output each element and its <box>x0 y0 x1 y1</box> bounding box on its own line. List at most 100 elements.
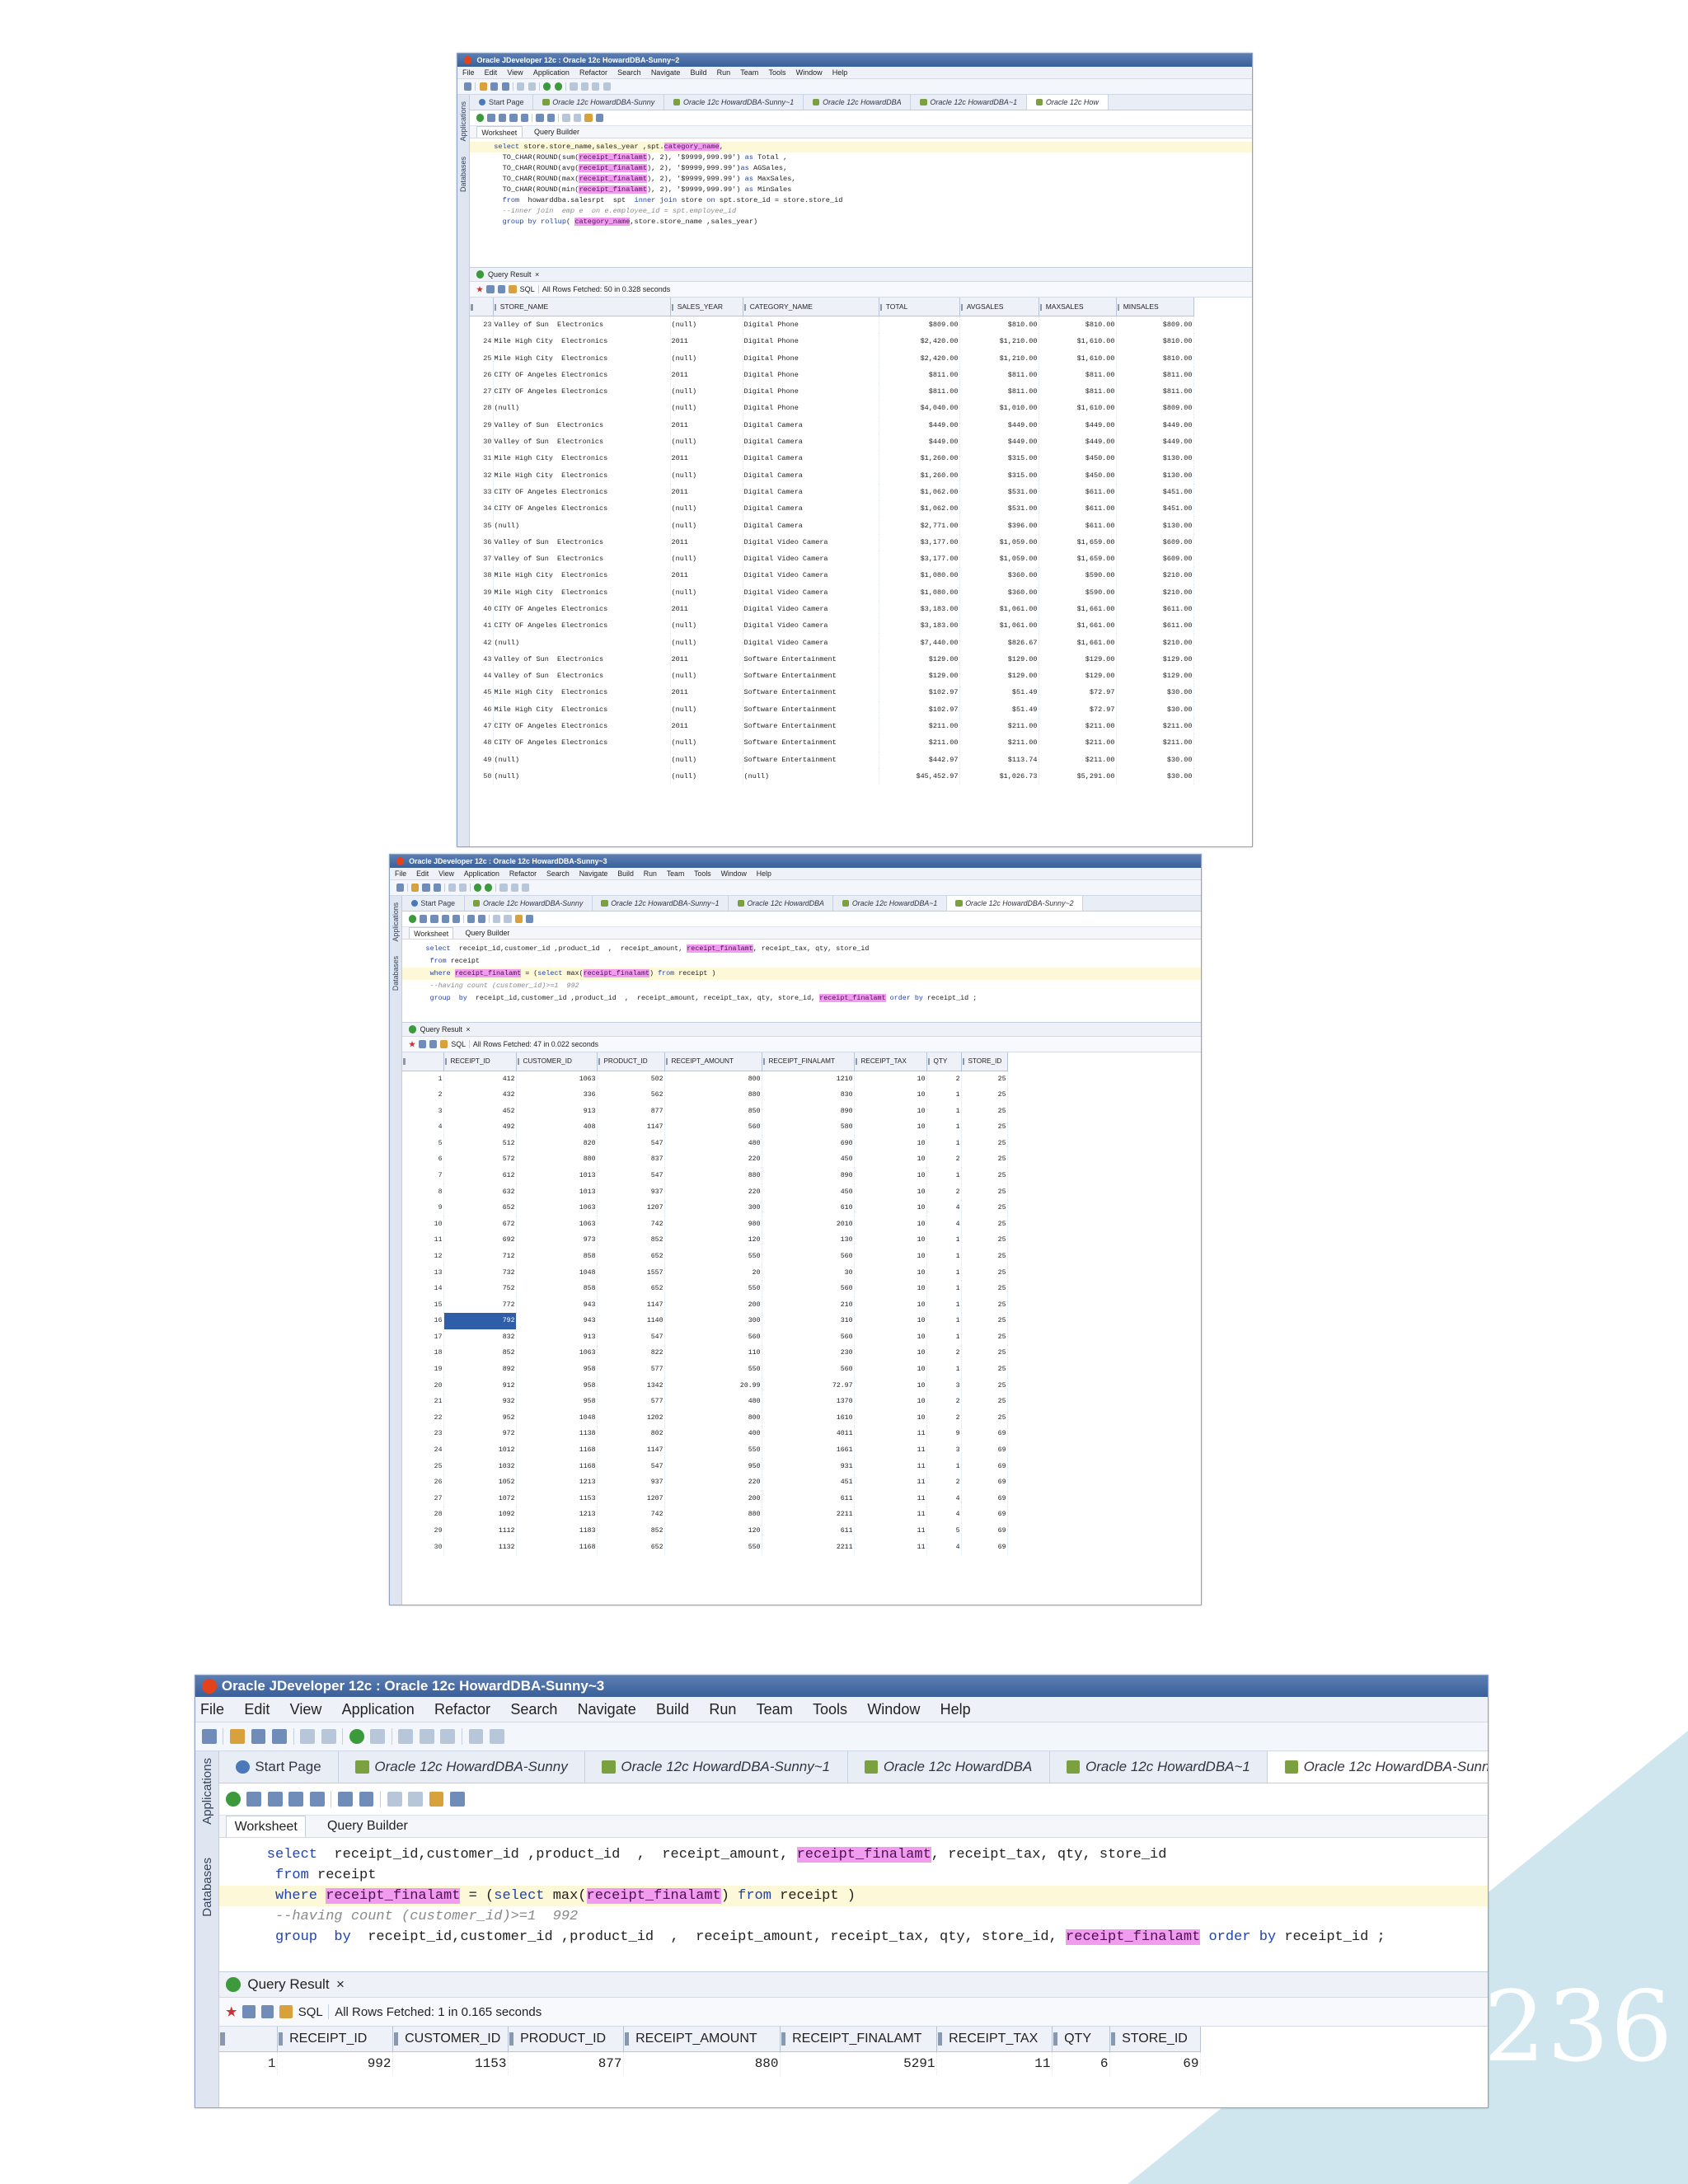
table-cell[interactable]: 852 <box>443 1345 517 1361</box>
table-row[interactable]: 40 CITY OF Angeles Electronics 2011 Digital… <box>470 600 1194 618</box>
table-row[interactable]: 21 932 958 577 480 1370 10 2 25 <box>402 1393 1008 1410</box>
tab-start-page[interactable]: Start Page <box>219 1751 340 1783</box>
table-cell[interactable]: 2011 <box>670 366 743 383</box>
table-row[interactable]: 2 432 336 562 880 830 10 1 25 <box>402 1086 1008 1104</box>
table-row[interactable]: 36 Valley of Sun Electronics 2011 Digital V… <box>470 533 1194 551</box>
column-header-maxsales[interactable]: MAXSALES <box>1039 298 1117 317</box>
refresh-icon[interactable] <box>497 285 506 293</box>
table-cell[interactable]: $3,183.00 <box>879 600 960 618</box>
table-cell[interactable]: 952 <box>443 1409 517 1427</box>
table-cell[interactable]: 2011 <box>670 600 743 618</box>
table-cell[interactable]: $451.00 <box>1116 500 1194 518</box>
autotrace-icon[interactable] <box>309 1792 325 1807</box>
table-cell[interactable]: 1342 <box>597 1377 665 1394</box>
table-row[interactable]: 10 672 1063 742 980 2010 10 4 25 <box>402 1216 1008 1233</box>
menu-team[interactable]: Team <box>740 67 758 78</box>
menu-view[interactable]: View <box>290 1697 322 1722</box>
print-icon[interactable] <box>242 2005 256 2018</box>
table-cell[interactable]: $449.00 <box>1116 433 1194 451</box>
table-cell[interactable]: (null) <box>670 617 743 635</box>
table-cell[interactable]: $590.00 <box>1039 567 1117 584</box>
table-cell[interactable]: 4 <box>926 1216 962 1233</box>
table-cell[interactable]: 852 <box>597 1232 665 1249</box>
run-icon[interactable] <box>349 1729 364 1744</box>
table-cell[interactable]: 858 <box>516 1248 598 1265</box>
close-tab-icon[interactable]: × <box>466 1025 470 1033</box>
table-cell[interactable]: $102.97 <box>879 701 960 718</box>
sql-tuning-icon[interactable] <box>478 915 486 923</box>
table-cell[interactable]: 1147 <box>597 1441 665 1459</box>
tab-connection[interactable]: Oracle 12c How <box>1026 95 1109 110</box>
table-cell[interactable]: 25 <box>961 1377 1008 1394</box>
table-cell[interactable]: $130.00 <box>1116 466 1194 484</box>
table-cell[interactable]: $129.00 <box>879 668 960 685</box>
table-cell[interactable]: $315.00 <box>959 450 1039 467</box>
table-cell[interactable]: 1 <box>926 1232 962 1249</box>
table-cell[interactable]: Mile High City Electronics <box>493 684 671 701</box>
table-cell[interactable]: 560 <box>664 1329 762 1346</box>
menu-build[interactable]: Build <box>617 868 634 879</box>
menu-help[interactable]: Help <box>940 1697 971 1722</box>
table-cell[interactable]: Software Entertainment <box>743 701 879 718</box>
table-cell[interactable]: 25 <box>961 1248 1008 1265</box>
column-header-product-id[interactable]: PRODUCT_ID <box>597 1052 665 1071</box>
table-cell[interactable]: (null) <box>670 767 743 785</box>
table-cell[interactable]: 220 <box>664 1474 762 1491</box>
table-row[interactable]: 30 1132 1168 652 550 2211 11 4 69 <box>402 1539 1008 1555</box>
table-cell[interactable]: $449.00 <box>1039 433 1117 451</box>
table-cell[interactable]: 69 <box>961 1474 1008 1491</box>
table-cell[interactable]: 25 <box>961 1118 1008 1136</box>
table-cell[interactable]: Digital Video Camera <box>743 617 879 635</box>
table-cell[interactable]: 2 <box>926 1183 962 1200</box>
tab-connection[interactable]: Oracle 12c HowardDBA-Sunny~2 <box>1268 1751 1488 1783</box>
table-row[interactable]: 24 1012 1168 1147 550 1661 11 3 69 <box>402 1441 1008 1459</box>
table-cell[interactable]: Software Entertainment <box>743 717 879 735</box>
table-cell[interactable]: 2011 <box>670 450 743 467</box>
table-cell[interactable]: 25 <box>961 1135 1008 1152</box>
table-row[interactable]: 26 CITY OF Angeles Electronics 2011 Digital… <box>470 366 1194 383</box>
table-row[interactable]: 25 Mile High City Electronics (null) Digita… <box>470 349 1194 367</box>
table-cell[interactable]: Digital Camera <box>743 416 879 434</box>
refresh-icon[interactable] <box>429 1040 438 1048</box>
table-cell[interactable]: 943 <box>516 1313 598 1329</box>
menu-run[interactable]: Run <box>717 67 731 78</box>
column-header-category-name[interactable]: CATEGORY_NAME <box>743 298 879 317</box>
table-cell[interactable]: 632 <box>443 1183 517 1200</box>
save-all-icon[interactable] <box>501 82 509 91</box>
table-cell[interactable]: Digital Video Camera <box>743 634 879 651</box>
column-header-minsales[interactable]: MINSALES <box>1116 298 1194 317</box>
table-cell[interactable]: $1,210.00 <box>959 349 1039 367</box>
table-cell[interactable]: Digital Video Camera <box>743 567 879 584</box>
table-cell[interactable]: 408 <box>516 1118 598 1136</box>
table-cell[interactable]: 877 <box>597 1103 665 1119</box>
table-cell[interactable]: 772 <box>443 1296 517 1313</box>
table-cell[interactable]: $1,062.00 <box>879 483 960 501</box>
table-cell[interactable]: 690 <box>762 1135 855 1152</box>
table-cell[interactable]: 1147 <box>597 1118 665 1136</box>
table-cell[interactable]: $72.97 <box>1039 701 1117 718</box>
table-cell[interactable]: Software Entertainment <box>743 668 879 685</box>
refresh-icon[interactable] <box>260 2005 274 2018</box>
menu-refactor[interactable]: Refactor <box>434 1697 490 1722</box>
column-header-receipt-id[interactable]: RECEIPT_ID <box>277 2027 393 2052</box>
table-cell[interactable]: 752 <box>443 1280 517 1297</box>
table-cell[interactable]: $811.00 <box>1116 382 1194 401</box>
table-cell[interactable]: 611 <box>762 1490 855 1507</box>
table-cell[interactable]: Valley of Sun Electronics <box>493 650 671 668</box>
table-row[interactable]: 11 692 973 852 120 130 10 1 25 <box>402 1232 1008 1249</box>
table-cell[interactable]: 550 <box>664 1441 762 1459</box>
table-cell[interactable]: $810.00 <box>1039 316 1117 334</box>
tab-connection[interactable]: Oracle 12c HowardDBA-Sunny <box>339 1751 586 1783</box>
table-cell[interactable]: $2,420.00 <box>879 349 960 367</box>
table-cell[interactable]: (null) <box>670 466 743 484</box>
tab-connection[interactable]: Oracle 12c HowardDBA~1 <box>911 95 1027 110</box>
table-cell[interactable]: 1202 <box>597 1409 665 1427</box>
table-cell[interactable]: 25 <box>961 1409 1008 1427</box>
table-cell[interactable]: 1013 <box>516 1167 598 1184</box>
debug-icon[interactable] <box>485 883 493 892</box>
table-cell[interactable]: $51.49 <box>959 701 1039 718</box>
table-cell[interactable]: $451.00 <box>1116 483 1194 501</box>
table-cell[interactable]: Digital Video Camera <box>743 583 879 601</box>
tab-start-page[interactable]: Start Page <box>402 896 465 911</box>
table-cell[interactable]: $129.00 <box>879 650 960 668</box>
